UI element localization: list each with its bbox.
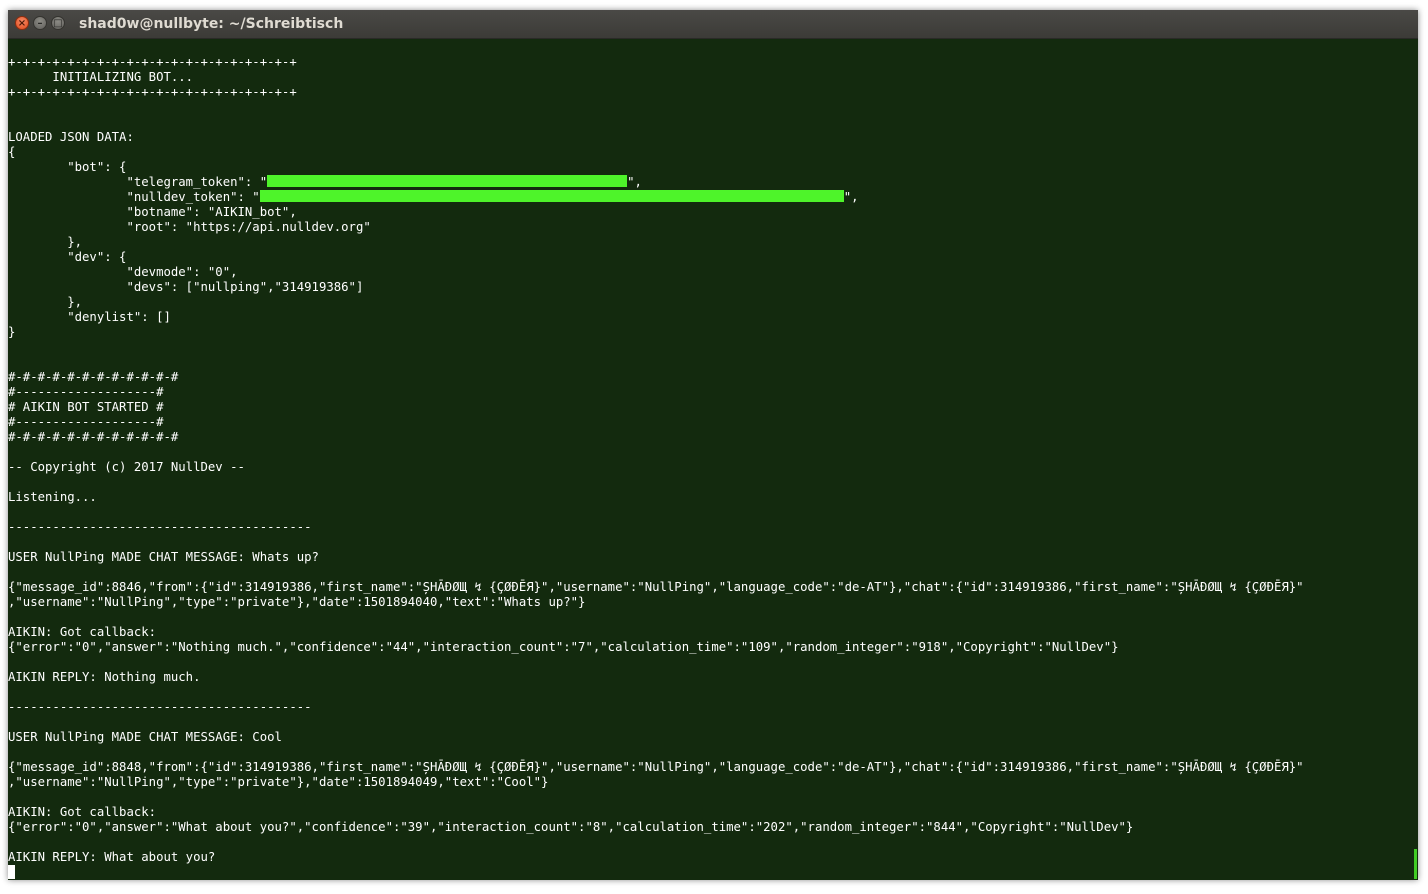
terminal-line: #-#-#-#-#-#-#-#-#-#-#-# — [8, 370, 178, 385]
redacted-nulldev-token — [259, 190, 844, 202]
terminal-line-text: +-+-+-+-+-+-+-+-+-+-+-+-+-+-+-+-+-+-+-+ — [8, 85, 297, 99]
terminal-line-text: }, — [8, 235, 83, 249]
terminal-line-text: "dev": { — [8, 250, 127, 264]
terminal-line-text: +-+-+-+-+-+-+-+-+-+-+-+-+-+-+-+-+-+-+-+ — [8, 55, 297, 69]
terminal-line: +-+-+-+-+-+-+-+-+-+-+-+-+-+-+-+-+-+-+-+ — [8, 85, 297, 100]
terminal-line: {"message_id":8846,"from":{"id":31491938… — [8, 580, 1304, 595]
terminal-line-text: ----------------------------------------… — [8, 520, 312, 534]
terminal-line: #-#-#-#-#-#-#-#-#-#-#-# — [8, 430, 178, 445]
terminal-line-text: # AIKIN BOT STARTED # — [8, 400, 164, 414]
terminal-line: } — [8, 325, 15, 340]
terminal-line: ,"username":"NullPing","type":"private"}… — [8, 595, 585, 610]
terminal-line: "devmode": "0", — [8, 265, 238, 280]
terminal-line: "denylist": [] — [8, 310, 171, 325]
terminal-line-text: {"message_id":8846,"from":{"id":31491938… — [8, 580, 1304, 594]
terminal-line: }, — [8, 235, 82, 250]
terminal-line: USER NullPing MADE CHAT MESSAGE: Cool — [8, 730, 282, 745]
terminal-line-text: {"error":"0","answer":"What about you?",… — [8, 820, 1134, 834]
terminal-line-text: "devs": ["nullping","314919386"] — [8, 280, 364, 294]
token-suffix: ", — [843, 190, 859, 204]
title-bar[interactable]: × – □ shad0w@nullbyte: ~/Schreibtisch — [8, 10, 1418, 39]
terminal-line-text: AIKIN REPLY: Nothing much. — [8, 670, 201, 684]
maximize-button[interactable]: □ — [51, 16, 65, 30]
terminal-line-text: USER NullPing MADE CHAT MESSAGE: Whats u… — [8, 550, 319, 564]
terminal-line-text: }, — [8, 295, 83, 309]
terminal-line-text: USER NullPing MADE CHAT MESSAGE: Cool — [8, 730, 282, 744]
terminal-line: }, — [8, 295, 82, 310]
terminal-line: ----------------------------------------… — [8, 520, 312, 535]
terminal-line-text: #-#-#-#-#-#-#-#-#-#-#-# — [8, 430, 179, 444]
terminal-line: USER NullPing MADE CHAT MESSAGE: Whats u… — [8, 550, 319, 565]
terminal-line: {"error":"0","answer":"Nothing much.","c… — [8, 640, 1119, 655]
terminal-line-text: -- Copyright (c) 2017 NullDev -- — [8, 460, 245, 474]
terminal-line: "devs": ["nullping","314919386"] — [8, 280, 363, 295]
terminal-line-text: AIKIN: Got callback: — [8, 805, 157, 819]
terminal-line-text: "devmode": "0", — [8, 265, 238, 279]
terminal-line: LOADED JSON DATA: — [8, 130, 134, 145]
terminal-line-text: LOADED JSON DATA: — [8, 130, 134, 144]
terminal-line-text: #-#-#-#-#-#-#-#-#-#-#-# — [8, 370, 179, 384]
token-suffix: ", — [627, 175, 642, 189]
terminal-line: ,"username":"NullPing","type":"private"}… — [8, 775, 548, 790]
terminal-window: × – □ shad0w@nullbyte: ~/Schreibtisch +-… — [8, 10, 1418, 880]
terminal-line-text: INITIALIZING BOT... — [8, 70, 194, 84]
terminal-line: {"error":"0","answer":"What about you?",… — [8, 820, 1133, 835]
terminal-line: "botname": "AIKIN_bot", — [8, 205, 297, 220]
terminal-line-text: "telegram_token": " — [8, 175, 268, 189]
terminal-line-text: {"message_id":8848,"from":{"id":31491938… — [8, 760, 1304, 774]
terminal-line: { — [8, 145, 15, 160]
terminal-line: "nulldev_token": " ", — [8, 190, 859, 205]
terminal-line-text: "botname": "AIKIN_bot", — [8, 205, 297, 219]
terminal-line: AIKIN: Got callback: — [8, 625, 156, 640]
terminal-line: ----------------------------------------… — [8, 700, 312, 715]
terminal-line-text: ----------------------------------------… — [8, 700, 312, 714]
terminal-line-text: "bot": { — [8, 160, 127, 174]
close-button[interactable]: × — [15, 16, 29, 30]
terminal-line: {"message_id":8848,"from":{"id":31491938… — [8, 760, 1304, 775]
terminal-line-text: "nulldev_token": " — [8, 190, 260, 204]
redacted-telegram-token — [267, 175, 628, 187]
minimize-button[interactable]: – — [33, 16, 47, 30]
terminal-line: "root": "https://api.nulldev.org" — [8, 220, 371, 235]
terminal-output[interactable]: +-+-+-+-+-+-+-+-+-+-+-+-+-+-+-+-+-+-+-+ … — [8, 55, 1418, 880]
terminal-line: #-------------------# — [8, 385, 163, 400]
text-cursor — [8, 865, 15, 879]
terminal-line-text: AIKIN REPLY: What about you? — [8, 850, 216, 864]
terminal-line-text: "root": "https://api.nulldev.org" — [8, 220, 371, 234]
terminal-line: # AIKIN BOT STARTED # — [8, 400, 163, 415]
terminal-line-text: "denylist": [] — [8, 310, 171, 324]
terminal-line: "bot": { — [8, 160, 126, 175]
terminal-line-text: } — [8, 325, 16, 339]
terminal-line: AIKIN: Got callback: — [8, 805, 156, 820]
terminal-line: Listening... — [8, 490, 97, 505]
terminal-line: INITIALIZING BOT... — [8, 70, 193, 85]
scrollbar-thumb[interactable] — [1414, 849, 1417, 879]
terminal-line-text: ,"username":"NullPing","type":"private"}… — [8, 595, 586, 609]
terminal-line-text: ,"username":"NullPing","type":"private"}… — [8, 775, 549, 789]
terminal-line: +-+-+-+-+-+-+-+-+-+-+-+-+-+-+-+-+-+-+-+ — [8, 55, 297, 70]
terminal-line-text: AIKIN: Got callback: — [8, 625, 157, 639]
terminal-line-text: Listening... — [8, 490, 97, 504]
terminal-line-text: { — [8, 145, 16, 159]
terminal-line: AIKIN REPLY: Nothing much. — [8, 670, 201, 685]
terminal-line-text: #-------------------# — [8, 385, 164, 399]
terminal-line: AIKIN REPLY: What about you? — [8, 850, 215, 865]
terminal-line: -- Copyright (c) 2017 NullDev -- — [8, 460, 245, 475]
terminal-line-text: {"error":"0","answer":"Nothing much.","c… — [8, 640, 1119, 654]
terminal-line-text: #-------------------# — [8, 415, 164, 429]
window-title: shad0w@nullbyte: ~/Schreibtisch — [79, 16, 344, 32]
terminal-line: "dev": { — [8, 250, 126, 265]
terminal-line: "telegram_token": " ", — [8, 175, 642, 190]
terminal-line: #-------------------# — [8, 415, 163, 430]
